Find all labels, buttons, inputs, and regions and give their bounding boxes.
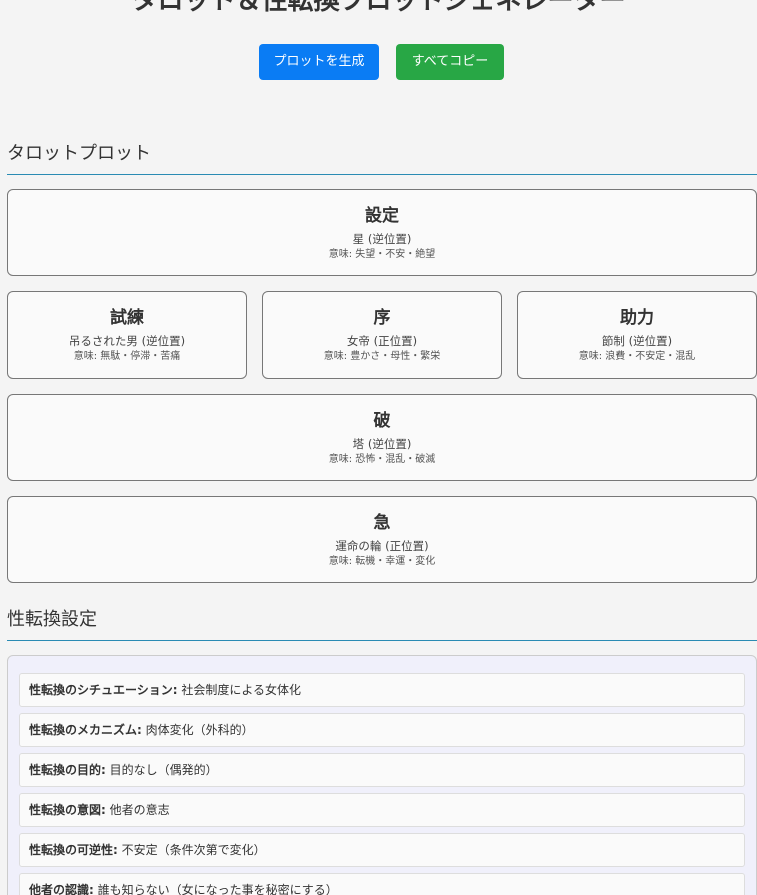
card-name: 塔 (逆位置) [352, 437, 412, 451]
card-meaning: 意味: 転機・幸運・変化 [328, 556, 436, 567]
card-name: 星 (逆位置) [352, 232, 412, 246]
gender-setting-row: 性転換のシチュエーション: 社会制度による女体化 [19, 673, 745, 707]
gender-setting-row: 性転換の意図: 他者の意志 [19, 793, 745, 827]
card-break: 破 塔 (逆位置) 意味: 恐怖・混乱・破滅 [7, 394, 757, 481]
gender-setting-row: 性転換の目的: 目的なし（偶発的） [19, 753, 745, 787]
card-title: 破 [373, 411, 391, 431]
card-trial: 試練 吊るされた男 (逆位置) 意味: 無駄・停滞・苦痛 [7, 291, 247, 379]
card-title: 助力 [620, 308, 654, 328]
card-meaning: 意味: 恐怖・混乱・破滅 [328, 454, 436, 465]
card-name: 運命の輪 (正位置) [335, 539, 429, 553]
gender-setting-row: 性転換の可逆性: 不安定（条件次第で変化） [19, 833, 745, 867]
card-title: 序 [373, 308, 391, 328]
gender-setting-label: 性転換の意図: [29, 803, 106, 817]
gender-setting-row: 他者の認識: 誰も知らない（女になった事を秘密にする） [19, 873, 745, 895]
gender-setting-label: 性転換の目的: [29, 763, 106, 777]
card-title: 急 [373, 513, 391, 533]
gender-setting-label: 性転換の可逆性: [29, 843, 118, 857]
gender-setting-value: 誰も知らない（女になった事を秘密にする） [97, 883, 338, 895]
card-meaning: 意味: 浪費・不安定・混乱 [578, 351, 696, 362]
gender-setting-value: 他者の意志 [109, 803, 170, 817]
card-meaning: 意味: 豊かさ・母性・繁栄 [323, 351, 441, 362]
gender-settings-panel: 性転換のシチュエーション: 社会制度による女体化 性転換のメカニズム: 肉体変化… [7, 655, 757, 895]
gender-setting-label: 性転換のシチュエーション: [29, 683, 178, 697]
card-title: 設定 [365, 206, 399, 226]
card-climax: 急 運命の輪 (正位置) 意味: 転機・幸運・変化 [7, 496, 757, 583]
gender-setting-label: 他者の認識: [29, 883, 94, 895]
card-meaning: 意味: 失望・不安・絶望 [328, 249, 436, 260]
gender-setting-value: 不安定（条件次第で変化） [121, 843, 266, 857]
page: タロット＆性転換プロットジェネレーター プロットを生成 すべてコピー タロットプ… [0, 0, 757, 895]
card-name: 吊るされた男 (逆位置) [68, 334, 186, 348]
gender-setting-value: 目的なし（偶発的） [109, 763, 218, 777]
card-name: 節制 (逆位置) [601, 334, 673, 348]
card-assistance: 助力 節制 (逆位置) 意味: 浪費・不安定・混乱 [517, 291, 757, 379]
app-title: タロット＆性転換プロットジェネレーター [131, 0, 626, 16]
card-introduction: 序 女帝 (正位置) 意味: 豊かさ・母性・繁栄 [262, 291, 502, 379]
card-meaning: 意味: 無駄・停滞・苦痛 [73, 351, 181, 362]
gender-setting-row: 性転換のメカニズム: 肉体変化（外科的） [19, 713, 745, 747]
gender-setting-value: 肉体変化（外科的） [145, 723, 254, 737]
generate-plot-button[interactable]: プロットを生成 [259, 44, 379, 80]
tarot-plot-heading: タロットプロット [7, 142, 757, 175]
copy-all-button[interactable]: すべてコピー [396, 44, 504, 80]
gender-settings-heading: 性転換設定 [7, 608, 757, 641]
card-name: 女帝 (正位置) [346, 334, 418, 348]
gender-setting-value: 社会制度による女体化 [181, 683, 302, 697]
card-title: 試練 [110, 308, 144, 328]
card-setting: 設定 星 (逆位置) 意味: 失望・不安・絶望 [7, 189, 757, 276]
gender-setting-label: 性転換のメカニズム: [29, 723, 142, 737]
